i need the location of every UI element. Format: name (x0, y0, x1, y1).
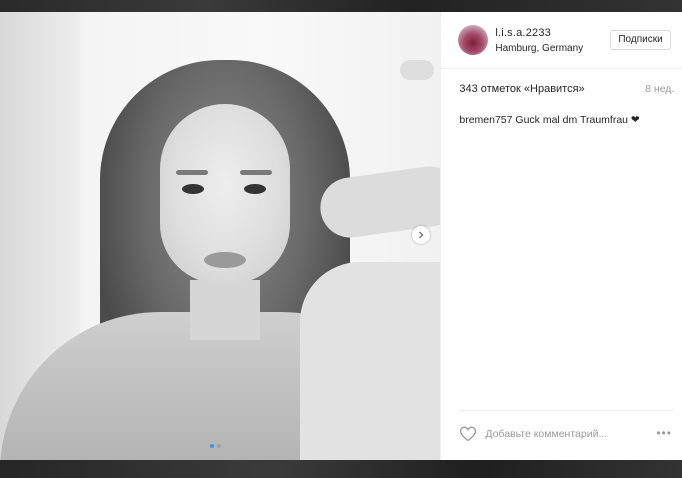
carousel-dot-active (210, 444, 214, 448)
post-timestamp[interactable]: 8 нед. (645, 83, 674, 95)
carousel-dot (217, 444, 221, 448)
more-options-button[interactable]: ••• (656, 426, 676, 440)
heart-outline-icon (460, 426, 477, 442)
post-dialog: l.i.s.a.2233 Hamburg, Germany Подписки 3… (0, 12, 682, 460)
comment-author[interactable]: bremen757 (459, 114, 512, 126)
chevron-right-icon (419, 231, 424, 239)
more-icon: ••• (656, 426, 672, 440)
carousel-indicator (210, 444, 221, 448)
avatar[interactable] (458, 25, 489, 55)
likes-count[interactable]: 343 отметок «Нравится» (459, 83, 584, 95)
wall-hook (400, 60, 434, 80)
comment-text: Guck mal dm Traumfrau ❤ (515, 114, 640, 126)
post-header: l.i.s.a.2233 Hamburg, Germany Подписки (441, 12, 682, 69)
comment-input[interactable] (485, 425, 626, 443)
comment-item: bremen757 Guck mal dm Traumfrau ❤ (459, 114, 639, 126)
location-link[interactable]: Hamburg, Germany (495, 43, 583, 54)
like-button[interactable] (459, 426, 477, 442)
post-sidebar: l.i.s.a.2233 Hamburg, Germany Подписки 3… (441, 12, 682, 460)
username-link[interactable]: l.i.s.a.2233 (495, 27, 551, 39)
divider (459, 410, 675, 411)
overlay-backdrop-bottom (0, 460, 682, 478)
carousel-next-button[interactable] (412, 226, 430, 244)
likes-row: 343 отметок «Нравится» 8 нед. (459, 83, 674, 99)
follow-button[interactable]: Подписки (610, 30, 671, 50)
overlay-backdrop-top (0, 0, 682, 12)
post-photo[interactable] (0, 12, 442, 460)
